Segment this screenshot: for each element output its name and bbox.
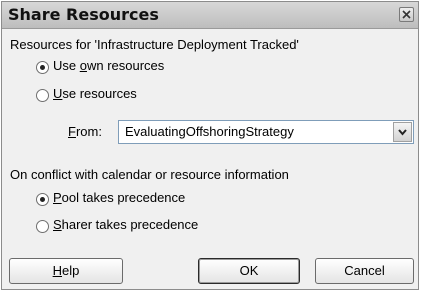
close-icon	[402, 10, 411, 19]
label-text: se resources	[62, 86, 137, 101]
label-text: wn resources	[86, 58, 165, 73]
label-mnemonic: H	[52, 263, 63, 278]
use-own-resources-radio[interactable]	[36, 61, 49, 74]
label-text: elp	[62, 263, 80, 278]
from-label: From:	[68, 124, 102, 139]
close-button[interactable]	[399, 7, 414, 22]
label-text: harer takes precedence	[61, 217, 199, 232]
dialog-title: Share Resources	[8, 5, 159, 24]
radio-selected-dot	[40, 65, 45, 70]
resources-group-label: Resources for 'Infrastructure Deployment…	[10, 37, 299, 52]
use-resources-radio[interactable]	[36, 89, 49, 102]
use-own-resources-label[interactable]: Use own resources	[53, 58, 164, 73]
label-mnemonic: P	[53, 190, 62, 205]
radio-selected-dot	[40, 197, 45, 202]
ok-button[interactable]: OK	[198, 258, 300, 284]
sharer-precedence-label[interactable]: Sharer takes precedence	[53, 217, 198, 232]
pool-precedence-radio[interactable]	[36, 193, 49, 206]
label-mnemonic: S	[53, 217, 62, 232]
label-text: Use	[53, 58, 80, 73]
use-resources-label[interactable]: Use resources	[53, 86, 137, 101]
cancel-button[interactable]: Cancel	[315, 258, 414, 284]
from-project-value: EvaluatingOffshoringStrategy	[125, 124, 294, 139]
help-button[interactable]: Help	[9, 258, 123, 284]
pool-precedence-label[interactable]: Pool takes precedence	[53, 190, 185, 205]
chevron-down-icon	[398, 129, 407, 136]
label-text: rom:	[75, 124, 102, 139]
from-project-select[interactable]: EvaluatingOffshoringStrategy	[118, 120, 414, 144]
share-resources-dialog: Share Resources Resources for 'Infrastru…	[1, 1, 419, 290]
label-mnemonic: F	[68, 124, 76, 139]
dropdown-button[interactable]	[393, 122, 412, 142]
conflict-group-label: On conflict with calendar or resource in…	[10, 167, 289, 182]
label-text: ool takes precedence	[61, 190, 186, 205]
label-mnemonic: U	[53, 86, 63, 101]
sharer-precedence-radio[interactable]	[36, 220, 49, 233]
label-mnemonic: o	[79, 58, 87, 73]
title-bar: Share Resources	[2, 2, 418, 29]
